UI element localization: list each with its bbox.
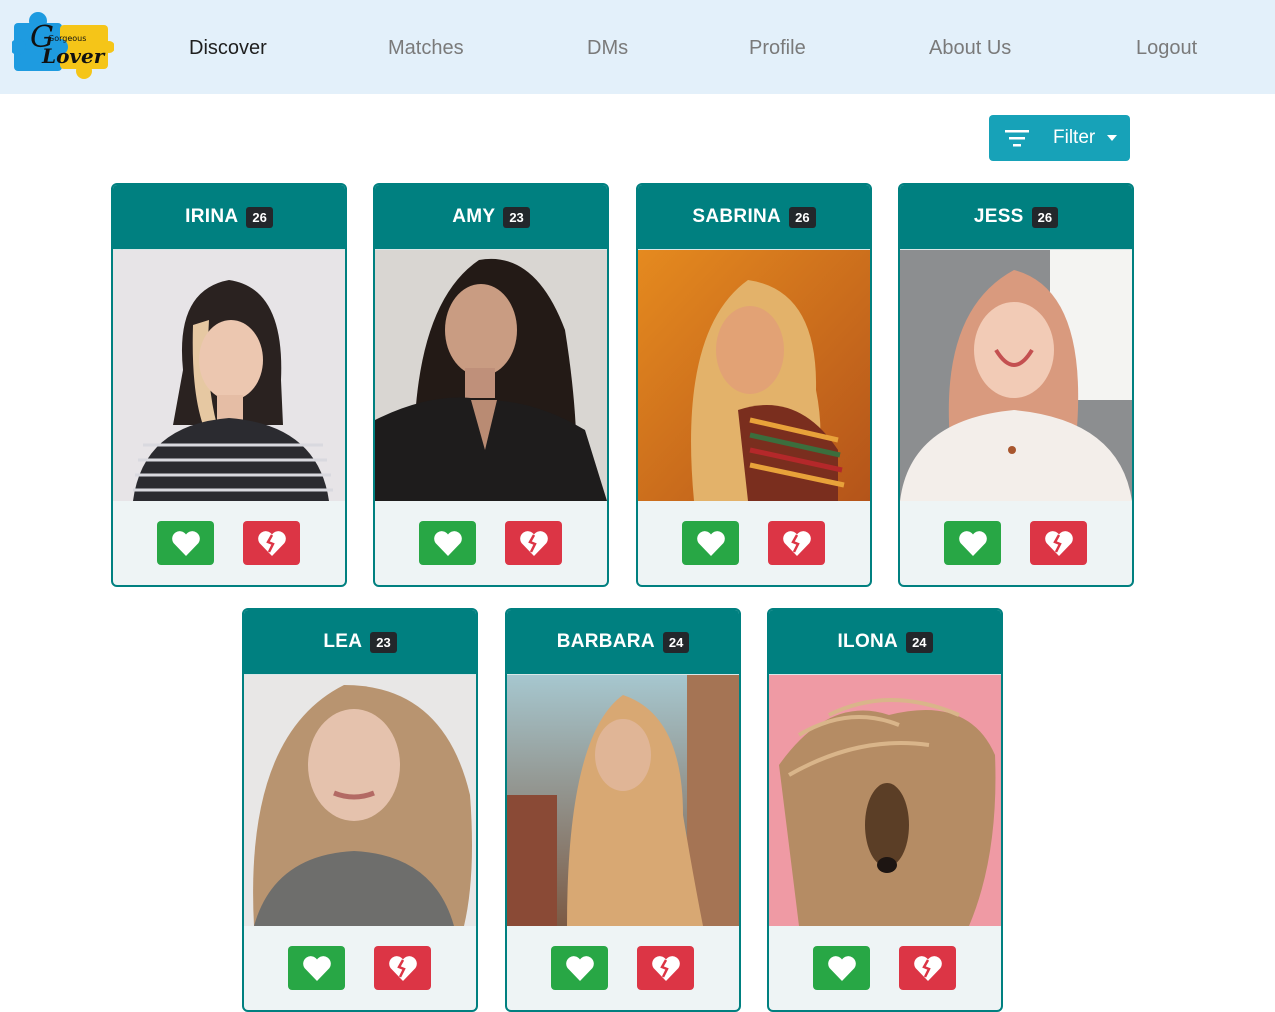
profile-photo <box>244 675 476 926</box>
card-actions <box>638 501 870 585</box>
profile-photo <box>113 250 345 501</box>
like-button[interactable] <box>419 521 476 565</box>
profile-photo <box>900 250 1132 501</box>
age-badge: 24 <box>906 631 933 653</box>
card-actions <box>769 926 1001 1010</box>
age-badge: 23 <box>503 206 530 228</box>
card-actions <box>375 501 607 585</box>
profile-card: ILONA 24 <box>767 608 1003 1012</box>
profile-card: SABRINA 26 <box>636 183 872 587</box>
card-actions <box>113 501 345 585</box>
broken-heart-icon <box>519 531 548 556</box>
nav-dms[interactable]: DMs <box>587 34 628 62</box>
age-badge: 26 <box>246 206 273 228</box>
heart-icon <box>433 531 462 556</box>
profile-name: BARBARA <box>556 631 655 652</box>
logo-puzzle-icon[interactable]: G Gorgeous Lover <box>10 11 115 81</box>
heart-icon <box>565 956 594 981</box>
age-badge: 23 <box>370 631 397 653</box>
card-header: JESS 26 <box>900 185 1132 250</box>
age-badge: 24 <box>662 631 690 653</box>
profile-name: IRINA <box>185 206 239 227</box>
broken-heart-icon <box>257 531 286 556</box>
filter-icon <box>1005 130 1029 147</box>
heart-icon <box>302 956 331 981</box>
like-button[interactable] <box>551 946 608 990</box>
profile-photo <box>507 675 739 926</box>
like-button[interactable] <box>944 521 1001 565</box>
card-header: AMY 23 <box>375 185 607 250</box>
like-button[interactable] <box>682 521 739 565</box>
profile-name: LEA <box>323 631 363 652</box>
heart-icon <box>827 956 856 981</box>
profile-card: IRINA 26 <box>111 183 347 587</box>
profile-card: AMY 23 <box>373 183 609 587</box>
navbar: G Gorgeous Lover Discover Matches DMs Pr… <box>0 0 1275 94</box>
heart-icon <box>958 531 987 556</box>
profile-card: LEA 23 <box>242 608 478 1012</box>
card-header: SABRINA 26 <box>638 185 870 250</box>
profile-photo <box>769 675 1001 926</box>
profile-photo <box>375 250 607 501</box>
card-header: LEA 23 <box>244 610 476 675</box>
dislike-button[interactable] <box>637 946 694 990</box>
heart-icon <box>171 531 200 556</box>
dislike-button[interactable] <box>243 521 300 565</box>
heart-icon <box>696 531 725 556</box>
like-button[interactable] <box>813 946 870 990</box>
profile-photo <box>638 250 870 501</box>
like-button[interactable] <box>288 946 345 990</box>
card-header: IRINA 26 <box>113 185 345 250</box>
profile-name: JESS <box>973 206 1024 227</box>
dislike-button[interactable] <box>899 946 956 990</box>
dislike-button[interactable] <box>768 521 825 565</box>
dislike-button[interactable] <box>505 521 562 565</box>
nav-logout[interactable]: Logout <box>1136 34 1197 62</box>
profile-name: AMY <box>452 206 496 227</box>
nav-discover[interactable]: Discover <box>189 34 267 62</box>
nav-about-us[interactable]: About Us <box>929 34 1011 62</box>
filter-dropdown-button[interactable]: Filter <box>989 115 1130 161</box>
dislike-button[interactable] <box>1030 521 1087 565</box>
card-actions <box>507 926 739 1010</box>
profile-name: SABRINA <box>692 206 782 227</box>
profile-card: BARBARA 24 <box>505 608 741 1012</box>
filter-label: Filter <box>1053 127 1096 148</box>
chevron-down-icon <box>1107 135 1117 141</box>
card-header: BARBARA 24 <box>507 610 739 675</box>
profile-card: JESS 26 <box>898 183 1134 587</box>
card-actions <box>244 926 476 1010</box>
age-badge: 26 <box>1031 206 1059 228</box>
svg-text:Gorgeous: Gorgeous <box>48 34 86 43</box>
age-badge: 26 <box>789 206 816 228</box>
broken-heart-icon <box>388 956 417 981</box>
dislike-button[interactable] <box>374 946 431 990</box>
nav-profile[interactable]: Profile <box>749 34 806 62</box>
broken-heart-icon <box>913 956 942 981</box>
profile-name: ILONA <box>837 631 899 652</box>
broken-heart-icon <box>1044 531 1073 556</box>
svg-text:Lover: Lover <box>41 44 106 68</box>
like-button[interactable] <box>157 521 214 565</box>
card-actions <box>900 501 1132 585</box>
card-header: ILONA 24 <box>769 610 1001 675</box>
broken-heart-icon <box>651 956 680 981</box>
nav-matches[interactable]: Matches <box>388 34 464 62</box>
broken-heart-icon <box>782 531 811 556</box>
